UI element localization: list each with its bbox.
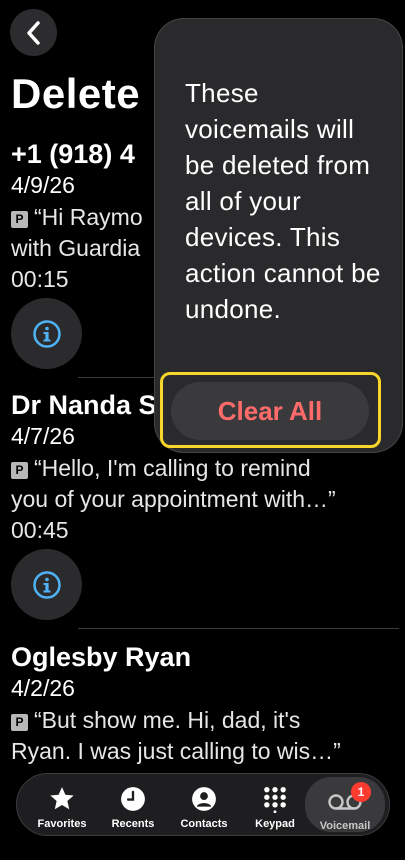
- info-button[interactable]: [11, 298, 82, 369]
- tab-recents[interactable]: Recents: [98, 774, 168, 835]
- unread-badge: 1: [351, 782, 371, 802]
- voicemail-transcript: P “But show me. Hi, dad, it's: [11, 705, 405, 736]
- person-icon: [192, 787, 216, 811]
- info-icon: [32, 570, 61, 599]
- popover-message: These voicemails will be deleted from al…: [185, 78, 381, 324]
- tab-label: Voicemail: [319, 820, 371, 832]
- transcript-icon: P: [11, 462, 28, 479]
- transcript-icon: P: [11, 211, 28, 228]
- transcript-icon: P: [11, 714, 28, 731]
- back-button[interactable]: [10, 9, 57, 56]
- tab-bar: Favorites Recents Contacts Keypad Voicem…: [16, 773, 390, 836]
- info-icon: [32, 319, 61, 348]
- tab-keypad[interactable]: Keypad: [240, 774, 310, 835]
- clear-all-button[interactable]: Clear All: [171, 382, 369, 440]
- tab-label: Keypad: [255, 818, 295, 830]
- tab-label: Recents: [111, 818, 155, 830]
- star-icon: [50, 787, 74, 810]
- voicemail-transcript-line2: you of your appointment with…”: [11, 486, 336, 512]
- voicemail-transcript-line2: Ryan. I was just calling to wis…”: [11, 738, 341, 764]
- tab-label: Contacts: [180, 818, 228, 830]
- page-title: Delete: [11, 70, 141, 117]
- tab-favorites[interactable]: Favorites: [27, 774, 97, 835]
- tab-contacts[interactable]: Contacts: [169, 774, 239, 835]
- chevron-left-icon: [26, 20, 40, 45]
- clear-all-highlight: Clear All: [160, 372, 381, 448]
- clock-icon: [121, 787, 145, 811]
- voicemail-duration: 00:45: [11, 517, 69, 543]
- keypad-icon: [264, 786, 286, 813]
- voicemail-date: 4/2/26: [11, 675, 75, 701]
- tab-voicemail[interactable]: Voicemail 1: [305, 777, 385, 832]
- tab-label: Favorites: [37, 818, 87, 830]
- info-button[interactable]: [11, 549, 82, 620]
- divider: [78, 628, 399, 629]
- voicemail-caller: Oglesby Ryan: [11, 642, 192, 672]
- voicemail-transcript: P “Hello, I'm calling to remind: [11, 453, 405, 484]
- voicemail-item[interactable]: Oglesby Ryan 4/2/26 P “But show me. Hi, d…: [11, 641, 405, 767]
